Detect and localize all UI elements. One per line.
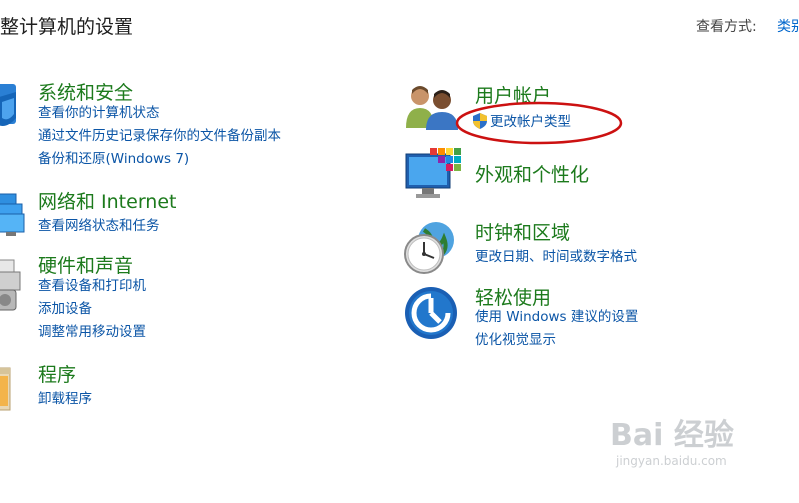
network-icon[interactable]	[0, 190, 26, 246]
monitor-colors-icon[interactable]	[404, 148, 462, 210]
baidu-watermark: Bai 经验 jingyan.baidu.com	[610, 410, 734, 468]
users-icon[interactable]	[404, 84, 460, 136]
category-clock-region[interactable]: 时钟和区域	[475, 218, 570, 245]
printer-speaker-icon[interactable]	[0, 258, 24, 318]
category-system-security[interactable]: 系统和安全	[38, 78, 133, 105]
link-windows-recommended-settings[interactable]: 使用 Windows 建议的设置	[475, 306, 638, 329]
ease-of-access-icon[interactable]	[404, 286, 458, 344]
watermark-brand: Bai 经验	[610, 418, 734, 453]
link-change-date-time-format[interactable]: 更改日期、时间或数字格式	[475, 246, 637, 269]
category-hardware-sound[interactable]: 硬件和声音	[38, 251, 133, 278]
view-by-label: 查看方式:	[696, 19, 757, 35]
link-devices-printers[interactable]: 查看设备和打印机	[38, 275, 146, 298]
view-by-dropdown[interactable]: 类别	[777, 16, 799, 36]
link-mobility-settings[interactable]: 调整常用移动设置	[38, 321, 146, 344]
page-title: 整计算机的设置	[0, 16, 134, 38]
category-programs[interactable]: 程序	[38, 360, 76, 387]
category-network-internet[interactable]: 网络和 Internet	[38, 187, 176, 214]
link-uninstall-program[interactable]: 卸载程序	[38, 388, 92, 411]
shield-computer-icon[interactable]	[0, 80, 22, 142]
programs-icon[interactable]	[0, 362, 18, 416]
link-view-computer-status[interactable]: 查看你的计算机状态	[38, 102, 281, 125]
clock-globe-icon[interactable]	[402, 218, 458, 280]
link-backup-restore[interactable]: 备份和还原(Windows 7)	[38, 148, 281, 171]
category-appearance-personalization[interactable]: 外观和个性化	[475, 160, 589, 187]
link-add-device[interactable]: 添加设备	[38, 298, 146, 321]
link-view-network-status[interactable]: 查看网络状态和任务	[38, 215, 160, 238]
watermark-domain: jingyan.baidu.com	[616, 454, 727, 468]
link-file-history-backup[interactable]: 通过文件历史记录保存你的文件备份副本	[38, 125, 281, 148]
link-optimize-visual-display[interactable]: 优化视觉显示	[475, 329, 638, 352]
highlight-ellipse	[455, 101, 623, 145]
